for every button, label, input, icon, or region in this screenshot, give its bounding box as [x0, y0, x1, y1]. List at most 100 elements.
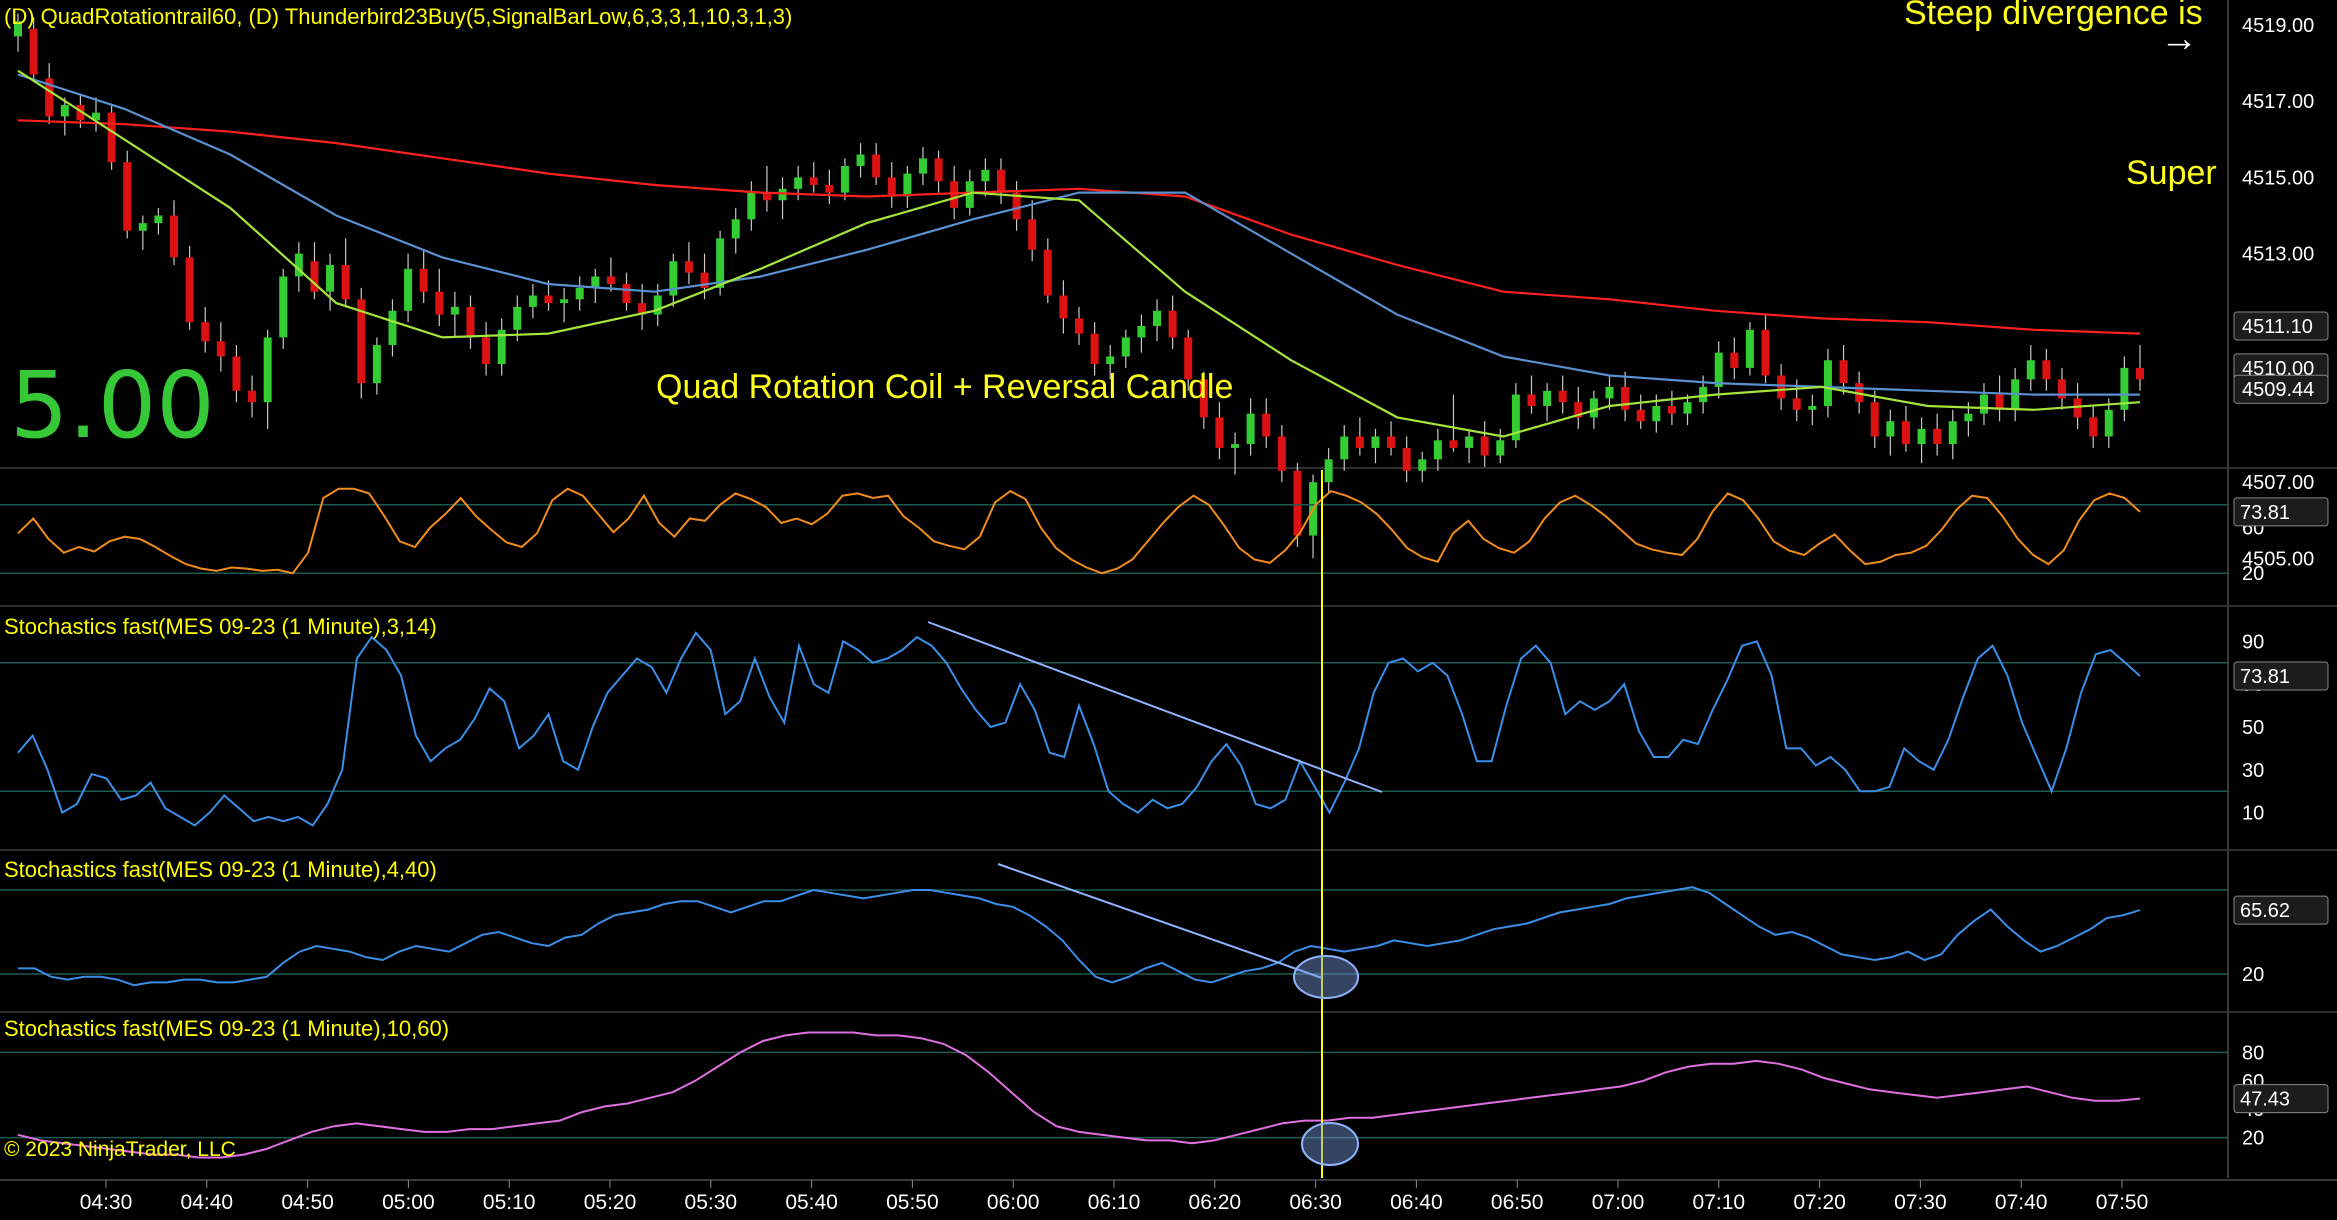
candle-body: [138, 223, 147, 231]
candle-body: [840, 165, 849, 193]
candle-body: [1933, 428, 1942, 445]
candle-body: [419, 268, 428, 292]
candle-body: [1948, 421, 1957, 445]
oscillator-tick-label: 20: [2242, 1128, 2264, 1150]
oscillator-value-label: 73.81: [2240, 502, 2290, 524]
candle-body: [435, 291, 444, 315]
candle-body: [2089, 417, 2098, 437]
candle-body: [1137, 325, 1146, 338]
candle-body: [170, 215, 179, 258]
candle-body: [918, 158, 927, 174]
candle-body: [1652, 406, 1661, 422]
candle-body: [872, 154, 881, 178]
price-tick-label: 4517.00: [2242, 91, 2314, 113]
candle-body: [1090, 333, 1099, 365]
time-tick-label: 06:00: [987, 1191, 1040, 1214]
candle-body: [185, 257, 194, 323]
candle-body: [404, 268, 413, 311]
candle-body: [1621, 386, 1630, 410]
candle-body: [263, 337, 272, 403]
candle-body: [1589, 398, 1598, 418]
candle-body: [1808, 406, 1817, 410]
candle-body: [1917, 428, 1926, 445]
oscillator-line: [17, 1031, 2141, 1159]
time-tick-label: 05:20: [584, 1191, 637, 1214]
time-tick-label: 06:50: [1491, 1191, 1544, 1214]
candle-body: [1340, 436, 1349, 460]
candle-body: [1028, 219, 1037, 250]
candle-body: [1043, 249, 1052, 296]
price-tick-label: 4507.00: [2242, 472, 2314, 494]
price-tick-label: 4519.00: [2242, 15, 2314, 37]
candle-body: [1075, 318, 1083, 334]
candle-body: [1886, 421, 1895, 437]
big-value-display: 5.00: [10, 352, 215, 459]
candle-body: [2042, 360, 2051, 380]
time-tick-label: 07:50: [2096, 1191, 2149, 1214]
time-tick-label: 07:10: [1693, 1191, 1746, 1214]
candle-body: [1449, 440, 1458, 448]
candle-body: [825, 185, 834, 193]
candle-body: [201, 322, 210, 342]
oscillator-tick-label: 80: [2242, 1042, 2264, 1064]
candle-body: [1870, 402, 1879, 437]
candle-body: [1527, 394, 1536, 406]
moving-average-line-red_ma: [17, 119, 2141, 335]
candle-body: [450, 306, 459, 315]
time-tick-label: 07:00: [1592, 1191, 1645, 1214]
candle-body: [1901, 421, 1910, 445]
candle-body: [2136, 367, 2144, 380]
candle-body: [1761, 329, 1770, 376]
candle-body: [60, 105, 69, 117]
candle-body: [1355, 436, 1364, 448]
candle-body: [622, 284, 631, 304]
annotation-quad-rotation: Quad Rotation Coil + Reversal Candle: [656, 368, 1234, 406]
candle-body: [887, 177, 896, 197]
oscillator-tick-label: 30: [2242, 760, 2264, 782]
candle-body: [107, 112, 116, 163]
time-tick-label: 06:40: [1390, 1191, 1443, 1214]
candle-body: [1433, 440, 1442, 460]
candle-body: [528, 295, 537, 307]
candle-body: [1324, 459, 1333, 483]
candle-body: [560, 299, 569, 304]
candle-body: [950, 181, 959, 208]
candle-body: [1153, 310, 1162, 326]
candle-body: [388, 310, 397, 346]
candle-body: [1745, 329, 1754, 368]
price-tick-label: 4511.10: [2242, 316, 2313, 338]
candle-body: [794, 177, 803, 189]
candle-body: [372, 345, 381, 384]
time-tick-label: 06:10: [1088, 1191, 1141, 1214]
candle-body: [1293, 470, 1302, 536]
candle-body: [1277, 436, 1286, 471]
candle-body: [606, 276, 615, 285]
candle-body: [1480, 436, 1489, 456]
panel-title-stoch-10-60: Stochastics fast(MES 09-23 (1 Minute),10…: [4, 1016, 450, 1041]
divergence-trendline-fast: [927, 621, 1383, 793]
candle-body: [1262, 413, 1271, 437]
candle-body: [29, 28, 38, 75]
candle-body: [1418, 459, 1427, 471]
candle-body: [716, 238, 725, 288]
candle-body: [1839, 360, 1848, 384]
oscillator-tick-label: 10: [2242, 803, 2264, 825]
price-tick-label: 4509.44: [2242, 379, 2314, 401]
candle-body: [2104, 409, 2113, 437]
candle-body: [1231, 444, 1240, 448]
oscillator-value-label: 47.43: [2240, 1089, 2290, 1111]
candle-body: [856, 154, 865, 166]
candle-body: [232, 356, 241, 391]
oscillator-line: [17, 631, 2141, 827]
chart-title: (D) QuadRotationtrail60, (D) Thunderbird…: [4, 4, 793, 29]
candle-body: [996, 169, 1005, 193]
candle-body: [248, 390, 257, 403]
time-tick-label: 07:40: [1995, 1191, 2048, 1214]
time-tick-label: 05:00: [382, 1191, 435, 1214]
price-tick-label: 4513.00: [2242, 244, 2314, 266]
candle-body: [1683, 402, 1692, 414]
annotation-super: Super: [2126, 154, 2217, 192]
arrow-right-icon[interactable]: →: [2160, 18, 2198, 61]
candle-body: [1558, 390, 1567, 403]
candle-body: [934, 158, 943, 182]
